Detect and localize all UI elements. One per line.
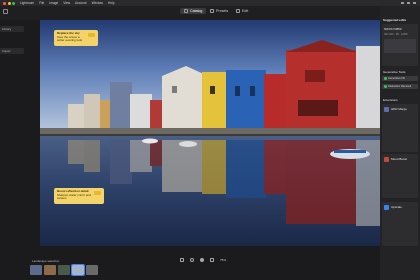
generative-fill-label: Generative Fill [388,77,405,80]
exposure-meta: ISO 100 · f/8 · 1/250 [384,33,408,36]
distraction-removal-button[interactable]: Distraction Removal [382,84,418,89]
note-pin-icon [94,191,101,195]
wifi-icon [401,2,404,4]
check-icon [383,77,387,80]
menu-window[interactable]: Window [92,1,103,5]
section-generative: Generative Tools [383,70,406,74]
right-panel: Suggested edits NIKON D850 ISO 100 · f/8… [380,6,420,280]
sidebar-toggle-icon[interactable] [3,9,8,14]
view-controls: 75% [180,258,226,262]
bottom-panel: 75% Landscape selection [30,250,380,280]
zoom-level[interactable]: 75% [220,258,226,262]
extension-card[interactable]: HDR Merge [382,104,418,152]
tab-edit[interactable]: Edit [232,8,252,14]
filmstrip-thumb-selected[interactable] [71,264,85,276]
extension-icon [384,107,389,112]
filmstrip-thumb[interactable] [86,265,98,275]
camera-model: NIKON D850 [384,27,402,31]
left-sidebar: Library Import [0,20,30,280]
photo-info-card: NIKON D850 ISO 100 · f/8 · 1/250 [382,24,418,66]
presets-icon [210,9,214,13]
tab-presets-label: Presets [216,9,229,13]
zoom-window-icon[interactable] [12,1,15,5]
filmstrip-thumb[interactable] [44,265,56,275]
note-top[interactable]: Replace the sky Give the scene a softer … [54,30,98,46]
distraction-removal-label: Distraction Removal [388,85,412,88]
minimize-window-icon[interactable] [7,1,11,5]
close-window-icon[interactable] [3,1,6,5]
check-icon [383,85,387,88]
battery-icon [407,2,410,4]
note-pin-icon [88,33,95,37]
menu-view[interactable]: View [63,1,70,5]
extension-icon [384,157,389,162]
filmstrip [30,264,98,276]
filmstrip-label: Landscape selection [32,259,60,263]
tab-presets[interactable]: Presets [206,8,232,14]
menu-image[interactable]: Image [49,1,58,5]
grid-icon [184,9,188,13]
status-icons [401,2,416,4]
filmstrip-thumb[interactable] [58,265,70,275]
histogram [384,39,416,53]
extension-title: Upscale [391,205,402,209]
edit-icon [236,9,240,13]
panel-header: Suggested edits [383,18,407,22]
photo-canvas[interactable]: Replace the sky Give the scene a softer … [40,20,380,246]
tab-catalog-label: Catalog [190,9,203,13]
note-bottom-body: Sharpen water mirror and colours [57,192,92,201]
top-toolbar: Catalog Presets Edit [0,6,420,20]
menu-account[interactable]: Account [75,1,87,5]
tab-catalog[interactable]: Catalog [180,8,207,14]
photo-image [40,20,380,246]
eye-icon[interactable] [200,258,204,262]
extension-title: HDR Merge [391,107,407,111]
extension-card[interactable]: Upscale [382,202,418,246]
menu-file[interactable]: File [39,1,44,5]
filmstrip-thumb[interactable] [30,265,42,275]
extension-icon [384,205,389,210]
fit-icon[interactable] [210,258,214,262]
menu-help[interactable]: Help [108,1,115,5]
library-button[interactable]: Library [0,26,24,32]
clock-icon [413,2,416,4]
crop-icon[interactable] [180,258,184,262]
note-bottom[interactable]: Boost reflection detail Sharpen water mi… [54,188,104,204]
generative-fill-button[interactable]: Generative Fill [382,76,418,81]
menu-app[interactable]: Lightroom [20,1,34,5]
extension-card[interactable]: Mood Boost [382,154,418,198]
section-extensions: Extensions [383,98,398,102]
extension-title: Mood Boost [391,157,408,161]
import-button[interactable]: Import [0,48,24,54]
note-top-body: Give the scene a softer evening look [57,34,83,43]
tab-edit-label: Edit [242,9,249,13]
info-icon[interactable] [190,258,194,262]
